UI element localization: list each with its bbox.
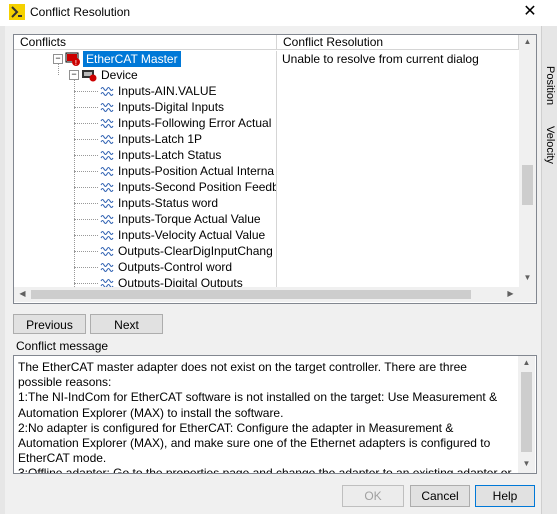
conflict-message-box[interactable]: The EtherCAT master adapter does not exi… [13, 355, 537, 474]
signal-label: Inputs-Position Actual Interna [118, 164, 275, 178]
signal-label: Inputs-Second Position Feedb [118, 180, 276, 194]
conflict-message-text: The EtherCAT master adapter does not exi… [18, 360, 512, 474]
tree-item-signal[interactable]: Inputs-Second Position Feedb [74, 179, 276, 195]
signal-label: Inputs-AIN.VALUE [118, 84, 217, 98]
column-header-conflicts[interactable]: Conflicts [14, 35, 277, 50]
cancel-button[interactable]: Cancel [410, 485, 470, 507]
signal-variable-icon [100, 102, 114, 114]
tree-item-signal[interactable]: Inputs-AIN.VALUE [74, 83, 217, 99]
signal-variable-icon [100, 166, 114, 178]
signal-label: Outputs-Digital Outputs [118, 276, 243, 287]
help-button[interactable]: Help [475, 485, 535, 507]
tree-item-signal[interactable]: Inputs-Latch 1P [74, 131, 203, 147]
background-app-panel: Position Velocity [541, 26, 557, 514]
scroll-up-arrow-icon[interactable]: ▲ [518, 358, 535, 367]
tree-item-signal[interactable]: Outputs-Digital Outputs [74, 275, 243, 287]
signal-variable-icon [100, 86, 114, 98]
title-bar: Conflict Resolution ✕ [0, 0, 557, 26]
signal-label: Inputs-Status word [118, 196, 219, 210]
tree-item-ethercat-master[interactable]: EtherCAT Master [83, 51, 181, 67]
signal-variable-icon [100, 230, 114, 242]
device-icon [82, 70, 97, 82]
tree-item-signal[interactable]: Inputs-Torque Actual Value [74, 211, 261, 227]
tree-line [74, 123, 98, 124]
tree-line [74, 251, 98, 252]
tree-line [74, 187, 98, 188]
tree-horizontal-scrollbar[interactable]: ◀ ▶ [14, 287, 519, 302]
tree-line [74, 107, 98, 108]
column-divider [276, 51, 277, 287]
ethercat-master-icon: ! [65, 52, 80, 66]
conflicts-tree-table[interactable]: Conflicts Conflict Resolution − ! EtherC… [13, 34, 537, 304]
tree-line [74, 139, 98, 140]
signal-label: Inputs-Velocity Actual Value [118, 228, 266, 242]
signal-label: Inputs-Following Error Actual [118, 116, 272, 130]
tree-item-device[interactable]: Device [101, 67, 138, 83]
scroll-down-arrow-icon[interactable]: ▼ [519, 273, 536, 282]
scrollbar-thumb[interactable] [31, 290, 471, 299]
scroll-left-arrow-icon[interactable]: ◀ [14, 289, 31, 298]
signal-label: Outputs-Control word [118, 260, 233, 274]
labview-app-icon [9, 4, 25, 20]
tree-item-signal[interactable]: Outputs-Control word [74, 259, 233, 275]
background-label-position: Position [544, 66, 556, 106]
signal-label: Outputs-ClearDigInputChang [118, 244, 273, 258]
signal-label: Inputs-Latch Status [118, 148, 222, 162]
tree-line [74, 235, 98, 236]
scroll-down-arrow-icon[interactable]: ▼ [518, 459, 535, 468]
message-vertical-scrollbar[interactable]: ▲ ▼ [518, 356, 535, 473]
svg-text:!: ! [75, 59, 78, 66]
tree-item-signal[interactable]: Inputs-Position Actual Interna [74, 163, 275, 179]
scroll-up-arrow-icon[interactable]: ▲ [519, 37, 536, 46]
conflict-message-label: Conflict message [16, 339, 109, 353]
scrollbar-thumb[interactable] [522, 165, 533, 205]
signal-label: Inputs-Digital Inputs [118, 100, 225, 114]
signal-variable-icon [100, 198, 114, 210]
tree-item-signal[interactable]: Inputs-Latch Status [74, 147, 222, 163]
ok-button[interactable]: OK [342, 485, 404, 507]
tree-vertical-scrollbar[interactable]: ▲ ▼ [519, 35, 536, 287]
signal-variable-icon [100, 182, 114, 194]
tree-line [74, 171, 98, 172]
signal-variable-icon [100, 214, 114, 226]
signal-variable-icon [100, 262, 114, 274]
tree-item-signal[interactable]: Inputs-Status word [74, 195, 219, 211]
signal-label: Inputs-Torque Actual Value [118, 212, 261, 226]
scroll-right-arrow-icon[interactable]: ▶ [502, 289, 519, 298]
window-title: Conflict Resolution [30, 5, 131, 19]
tree-item-signal[interactable]: Inputs-Digital Inputs [74, 99, 225, 115]
background-label-velocity: Velocity [544, 126, 556, 164]
tree-item-signal[interactable]: Inputs-Velocity Actual Value [74, 227, 266, 243]
previous-button[interactable]: Previous [13, 314, 86, 334]
tree-line [74, 219, 98, 220]
signal-variable-icon [100, 150, 114, 162]
tree-line [74, 203, 98, 204]
signal-variable-icon [100, 246, 114, 258]
column-header-resolution[interactable]: Conflict Resolution [277, 35, 519, 50]
tree-line [74, 91, 98, 92]
scrollbar-corner [519, 287, 536, 302]
tree-line [74, 155, 98, 156]
next-button[interactable]: Next [90, 314, 163, 334]
tree-line [74, 283, 98, 284]
signal-variable-icon [100, 278, 114, 287]
background-app-left-edge [0, 26, 5, 514]
collapse-toggle-master[interactable]: − [53, 54, 63, 64]
resolution-cell: Unable to resolve from current dialog [282, 52, 479, 66]
signal-variable-icon [100, 118, 114, 130]
signal-label: Inputs-Latch 1P [118, 132, 203, 146]
close-icon[interactable]: ✕ [512, 1, 548, 23]
tree-item-signal[interactable]: Outputs-ClearDigInputChang [74, 243, 273, 259]
conflicts-column: − ! EtherCAT Master − Device Inputs-AIN.… [14, 51, 276, 287]
signal-variable-icon [100, 134, 114, 146]
tree-line [74, 267, 98, 268]
tree-item-signal[interactable]: Inputs-Following Error Actual [74, 115, 272, 131]
collapse-toggle-device[interactable]: − [69, 70, 79, 80]
scrollbar-thumb[interactable] [521, 372, 532, 452]
